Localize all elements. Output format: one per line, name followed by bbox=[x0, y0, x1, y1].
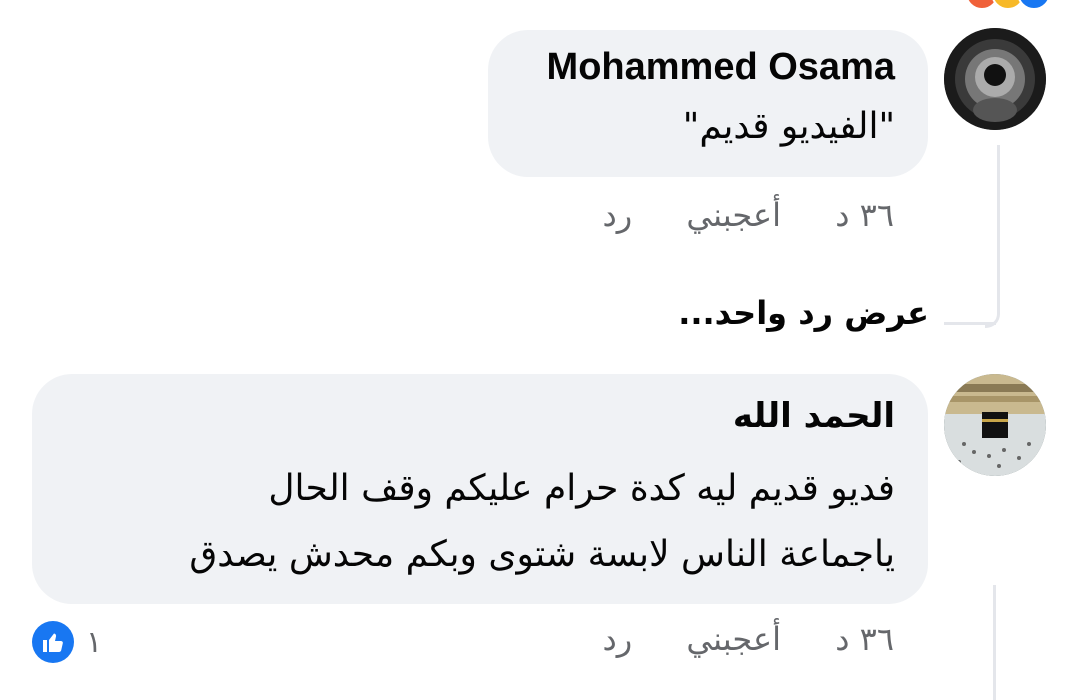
like-button[interactable]: أعجبني bbox=[686, 196, 781, 234]
profile-photo-icon bbox=[944, 28, 1046, 130]
comment-actions: ٣٦ د أعجبني رد bbox=[603, 620, 894, 670]
kaaba-photo-icon bbox=[944, 374, 1046, 476]
view-replies-link[interactable]: عرض رد واحد... bbox=[678, 294, 929, 332]
comment-text-line: فديو قديم ليه كدة حرام عليكم وقف الحال bbox=[268, 468, 895, 509]
reaction-summary[interactable]: ١ bbox=[32, 620, 102, 664]
previous-comment-strip bbox=[0, 0, 1079, 10]
comment-bubble: الحمد الله فديو قديم ليه كدة حرام عليكم … bbox=[32, 374, 928, 604]
avatar[interactable] bbox=[944, 374, 1046, 476]
comment-author[interactable]: الحمد الله bbox=[733, 396, 895, 436]
reaction-icons[interactable] bbox=[941, 0, 1051, 10]
thumbs-up-icon bbox=[32, 621, 74, 663]
comment-timestamp[interactable]: ٣٦ د bbox=[835, 620, 894, 658]
reaction-count: ١ bbox=[86, 624, 103, 660]
comment-timestamp[interactable]: ٣٦ د bbox=[835, 196, 894, 234]
comment-text: "الفيديو قديم" bbox=[682, 106, 895, 147]
like-button[interactable]: أعجبني bbox=[686, 620, 781, 658]
reply-button[interactable]: رد bbox=[603, 196, 633, 234]
like-reaction-icon bbox=[1017, 0, 1051, 10]
comment-bubble: Mohammed Osama "الفيديو قديم" bbox=[488, 30, 928, 177]
comment-actions: ٣٦ د أعجبني رد bbox=[603, 196, 894, 246]
reply-button[interactable]: رد bbox=[603, 620, 633, 658]
thread-line-continued bbox=[993, 585, 996, 700]
avatar[interactable] bbox=[944, 28, 1046, 130]
reply-thread-connector bbox=[944, 322, 996, 325]
comment-text: فديو قديم ليه كدة حرام عليكم وقف الحال ي… bbox=[189, 456, 895, 588]
comment-author[interactable]: Mohammed Osama bbox=[547, 46, 895, 89]
comment-text-line: ياجماعة الناس لابسة شتوى وبكم محدش يصدق bbox=[189, 534, 895, 575]
reply-thread-line bbox=[985, 145, 1000, 328]
